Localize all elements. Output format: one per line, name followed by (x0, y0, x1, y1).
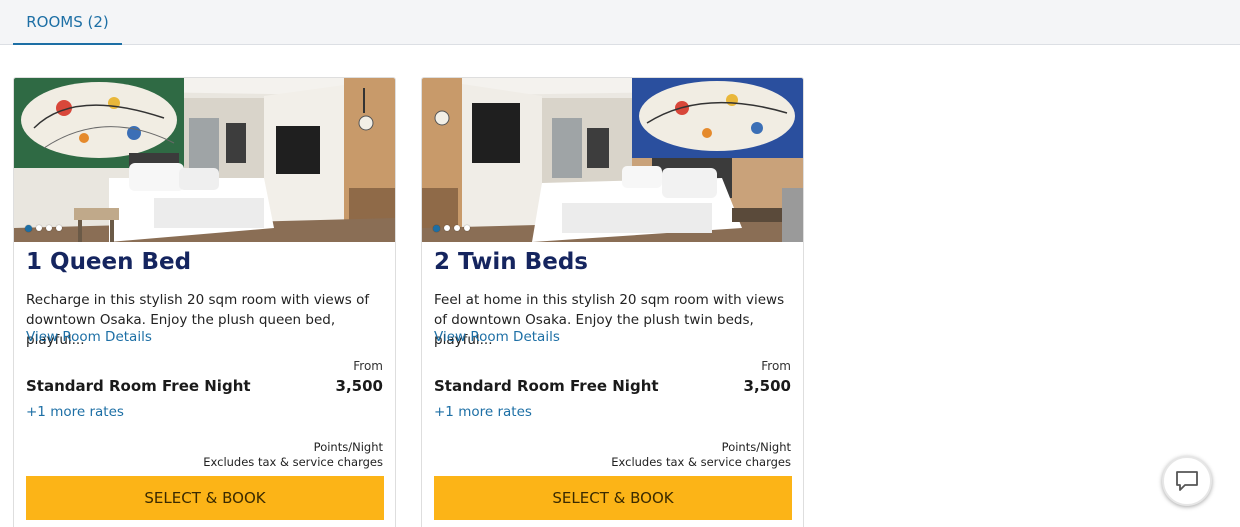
price-unit: Points/Night (721, 440, 791, 454)
price-note: Excludes tax & service charges (203, 455, 383, 469)
carousel-dot[interactable] (454, 225, 460, 231)
room-photo (14, 78, 395, 242)
carousel-dot[interactable] (464, 225, 470, 231)
select-book-button[interactable]: SELECT & BOOK (434, 476, 792, 520)
tab-bar: ROOMS (2) (0, 0, 1240, 45)
tab-rooms[interactable]: ROOMS (2) (13, 0, 122, 45)
more-rates-link[interactable]: +1 more rates (26, 404, 124, 420)
from-label: From (353, 359, 383, 373)
carousel-dots (25, 225, 62, 232)
room-photo-carousel[interactable] (422, 78, 803, 242)
room-photo (422, 78, 803, 242)
more-rates-link[interactable]: +1 more rates (434, 404, 532, 420)
rate-price: 3,500 (335, 377, 383, 395)
room-photo-carousel[interactable] (14, 78, 395, 242)
rate-name: Standard Room Free Night (434, 377, 659, 395)
room-card-queen: 1 Queen Bed Recharge in this stylish 20 … (13, 77, 396, 527)
price-note: Excludes tax & service charges (611, 455, 791, 469)
carousel-dot[interactable] (433, 225, 440, 232)
rate-name: Standard Room Free Night (26, 377, 251, 395)
view-room-details-link[interactable]: View Room Details (434, 329, 560, 345)
room-title: 1 Queen Bed (26, 249, 192, 275)
carousel-dot[interactable] (56, 225, 62, 231)
from-label: From (761, 359, 791, 373)
chat-bubble-icon (1176, 471, 1198, 491)
carousel-dot[interactable] (36, 225, 42, 231)
room-title: 2 Twin Beds (434, 249, 588, 275)
select-book-button[interactable]: SELECT & BOOK (26, 476, 384, 520)
carousel-dot[interactable] (46, 225, 52, 231)
chat-button[interactable] (1162, 456, 1212, 506)
room-card-twin: 2 Twin Beds Feel at home in this stylish… (421, 77, 804, 527)
carousel-dot[interactable] (25, 225, 32, 232)
carousel-dot[interactable] (444, 225, 450, 231)
carousel-dots (433, 225, 470, 232)
rate-price: 3,500 (743, 377, 791, 395)
price-unit: Points/Night (313, 440, 383, 454)
view-room-details-link[interactable]: View Room Details (26, 329, 152, 345)
